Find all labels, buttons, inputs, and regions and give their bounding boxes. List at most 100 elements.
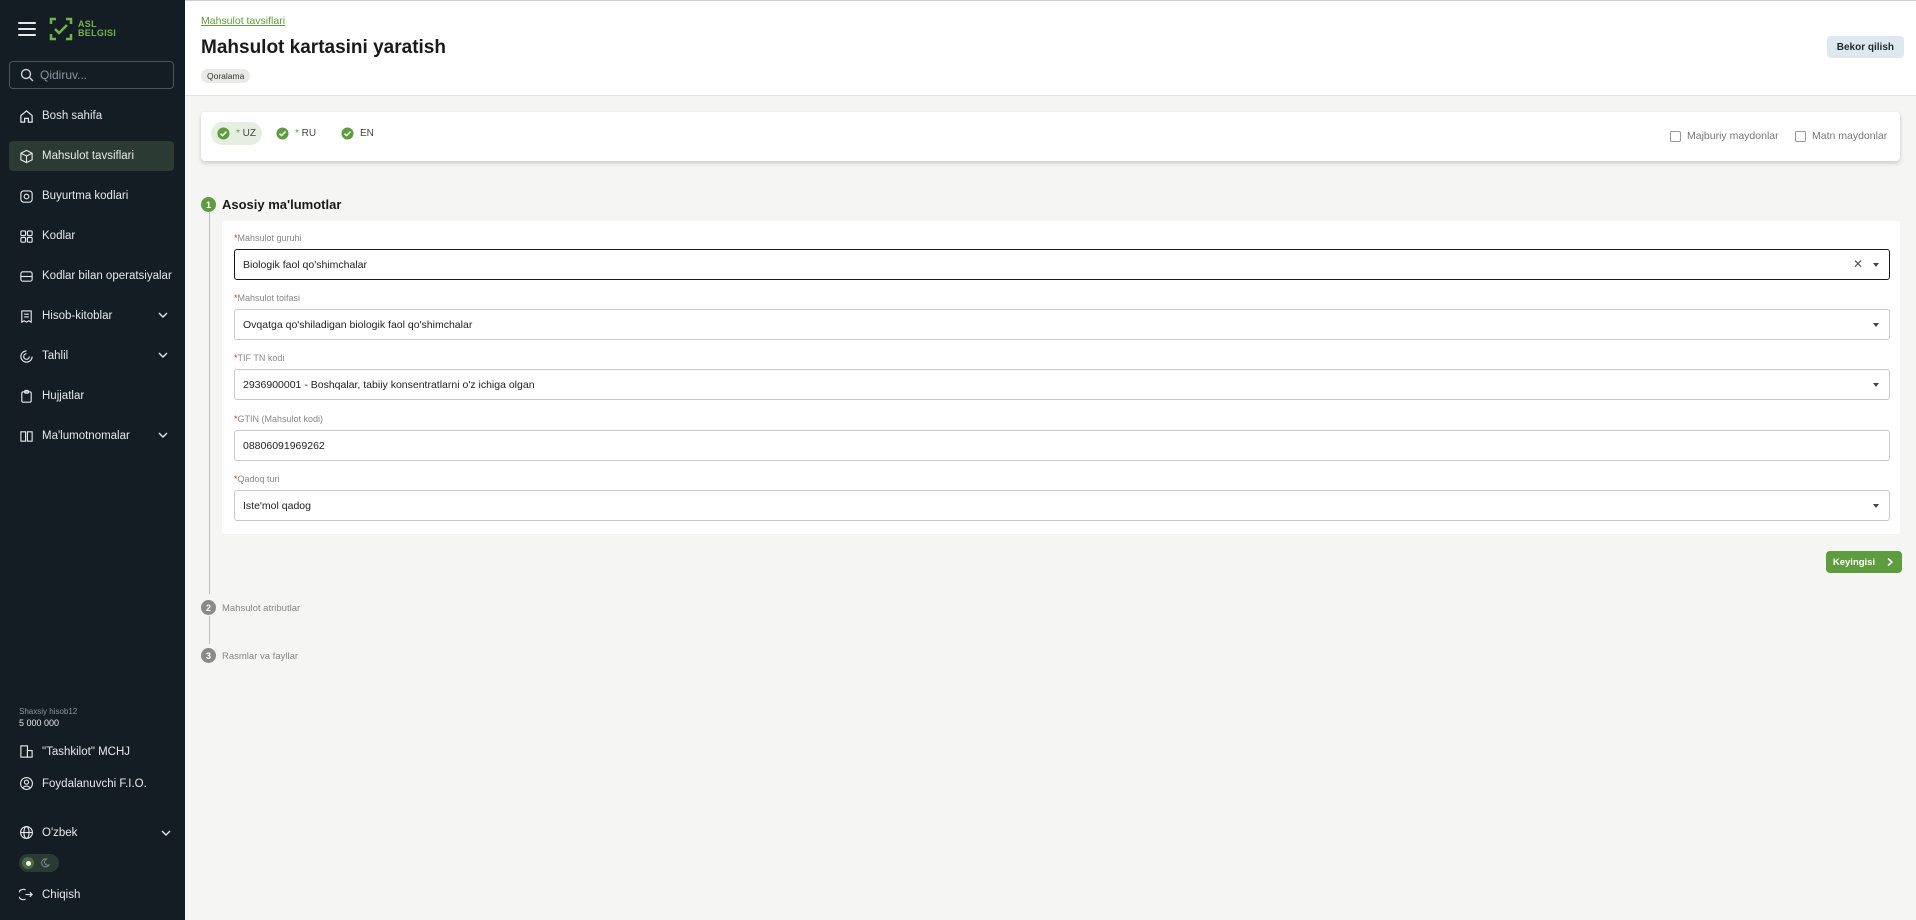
field-label: *Mahsulot toifasi [234, 293, 301, 303]
sidebar-item-label: Buyurtma kodlari [42, 190, 129, 202]
logo[interactable]: ASL BELGISI [48, 16, 116, 42]
checkbox-label: Matn maydonlar [1812, 130, 1888, 142]
field-label: *TIF TN kodi [234, 353, 285, 363]
product-category-field: *Mahsulot toifasi Ovqatga qo'shiladigan … [234, 293, 1890, 340]
sidebar-item-order-codes[interactable]: Buyurtma kodlari [9, 181, 174, 211]
caret-down-icon[interactable] [1873, 263, 1879, 267]
step-connector [209, 212, 210, 594]
field-value: 2936900001 - Boshqalar, tabiiy konsentra… [243, 378, 535, 391]
check-circle-icon [341, 127, 354, 140]
search-box[interactable] [9, 61, 174, 89]
chevron-down-icon[interactable] [157, 429, 169, 441]
cancel-button[interactable]: Bekor qilish [1826, 36, 1904, 58]
sidebar-top: ASL BELGISI [18, 16, 116, 42]
sidebar-item-label: Kodlar bilan operatsiyalar [42, 270, 172, 282]
checkbox[interactable] [1670, 130, 1681, 142]
gtin-input[interactable]: 08806091969262 [234, 430, 1890, 461]
step-number: 2 [201, 600, 216, 615]
tab-lang-label: * RU [295, 128, 317, 139]
logout-label: Chiqish [42, 888, 81, 901]
cube-icon [20, 149, 33, 163]
sidebar-item-documents[interactable]: Hujjatlar [9, 381, 174, 411]
caret-down-icon[interactable] [1873, 504, 1879, 508]
sidebar-item-product-descriptions[interactable]: Mahsulot tavsiflari [9, 141, 174, 171]
tnved-code-select[interactable]: 2936900001 - Boshqalar, tabiiy konsentra… [234, 369, 1890, 400]
text-fields-checkbox[interactable]: Matn maydonlar [1795, 130, 1887, 142]
step-number: 1 [201, 197, 216, 212]
chevron-right-icon [1887, 557, 1894, 567]
account-label: Shaxsiy hisob12 [19, 707, 78, 716]
user-profile-link[interactable]: Foydalanuvchi F.I.O. [19, 776, 174, 791]
sidebar-item-home[interactable]: Bosh sahifa [9, 101, 174, 131]
search-icon [20, 68, 34, 82]
sidebar-item-references[interactable]: Ma'lumotnomalar [9, 421, 174, 451]
breadcrumb[interactable]: Mahsulot tavsiflari [201, 15, 285, 27]
theme-toggle[interactable] [19, 854, 59, 872]
caret-down-icon[interactable] [1873, 323, 1879, 327]
step-title: Rasmlar va fayllar [222, 651, 299, 662]
package-type-field: *Qadoq turi Iste'mol qadog [234, 474, 1890, 521]
sidebar-item-label: Bosh sahifa [42, 110, 103, 122]
search-input[interactable] [40, 68, 170, 82]
field-label: *Qadoq turi [234, 474, 280, 484]
moon-icon [41, 858, 50, 868]
logo-text: ASL BELGISI [78, 20, 116, 38]
sidebar-item-label: Hujjatlar [42, 390, 85, 402]
chevron-down-icon[interactable] [157, 349, 169, 361]
logo-icon [49, 17, 73, 41]
tab-lang-ru[interactable]: * RU [270, 122, 322, 145]
package-type-select[interactable]: Iste'mol qadog [234, 490, 1890, 521]
tab-lang-en[interactable]: EN [335, 122, 380, 145]
sidebar-item-code-operations[interactable]: Kodlar bilan operatsiyalar [9, 261, 174, 291]
field-value: Ovqatga qo'shiladigan biologik faol qo's… [243, 318, 473, 331]
step-title: Mahsulot atributlar [222, 603, 301, 614]
sun-icon [22, 857, 34, 869]
sidebar-item-calculations[interactable]: Hisob-kitoblar [9, 301, 174, 331]
tab-lang-uz[interactable]: * UZ [211, 122, 263, 145]
gtin-field: *GTIN (Mahsulot kodi) 08806091969262 [234, 414, 1890, 461]
menu-icon[interactable] [18, 22, 36, 36]
field-label: *Mahsulot guruhi [234, 233, 302, 243]
chevron-down-icon[interactable] [157, 309, 169, 321]
basic-info-form: *Mahsulot guruhi Biologik faol qo'shimch… [222, 221, 1900, 534]
language-label: O'zbek [42, 826, 78, 839]
qr-codes-icon [20, 229, 33, 243]
product-group-select[interactable]: Biologik faol qo'shimchalar ✕ [234, 249, 1890, 280]
tab-lang-label: EN [360, 128, 374, 139]
next-button[interactable]: Keyingisi [1826, 551, 1902, 573]
field-value: Biologik faol qo'shimchalar [243, 258, 367, 271]
checkbox[interactable] [1795, 130, 1806, 142]
organization-link[interactable]: "Tashkilot" MCHJ [19, 744, 174, 759]
sidebar-item-label: Ma'lumotnomalar [42, 430, 130, 442]
check-circle-icon [217, 127, 230, 140]
analytics-icon [20, 349, 33, 363]
field-value: Iste'mol qadog [243, 499, 311, 512]
account-balance: 5 000 000 [19, 718, 60, 728]
check-circle-icon [276, 127, 289, 140]
language-selector[interactable]: O'zbek [19, 825, 174, 840]
book-icon [20, 430, 33, 442]
step-connector [209, 616, 210, 644]
globe-icon [20, 826, 33, 839]
sidebar-item-label: Tahlil [42, 350, 69, 362]
field-label: *GTIN (Mahsulot kodi) [234, 414, 324, 424]
sidebar-nav: Bosh sahifa Mahsulot tavsiflari Buyurtma… [9, 101, 174, 461]
logout-icon [19, 888, 33, 901]
page-header: Mahsulot tavsiflari Mahsulot kartasini y… [185, 0, 1916, 96]
operations-icon [20, 270, 33, 282]
receipt-icon [21, 309, 32, 323]
checkbox-label: Majburiy maydonlar [1687, 130, 1779, 142]
step-number: 3 [201, 648, 216, 663]
organization-name: "Tashkilot" MCHJ [42, 745, 131, 758]
user-name: Foydalanuvchi F.I.O. [42, 777, 147, 790]
product-category-select[interactable]: Ovqatga qo'shiladigan biologik faol qo's… [234, 309, 1890, 340]
sidebar-item-analytics[interactable]: Tahlil [9, 341, 174, 371]
close-icon[interactable]: ✕ [1853, 258, 1863, 270]
step-title: Asosiy ma'lumotlar [222, 197, 342, 212]
caret-down-icon[interactable] [1873, 383, 1879, 387]
logout-button[interactable]: Chiqish [19, 887, 174, 902]
logo-text-line2: BELGISI [78, 28, 117, 38]
sidebar-item-codes[interactable]: Kodlar [9, 221, 174, 251]
required-fields-checkbox[interactable]: Majburiy maydonlar [1670, 130, 1779, 142]
status-badge: Qoralama [201, 69, 251, 83]
